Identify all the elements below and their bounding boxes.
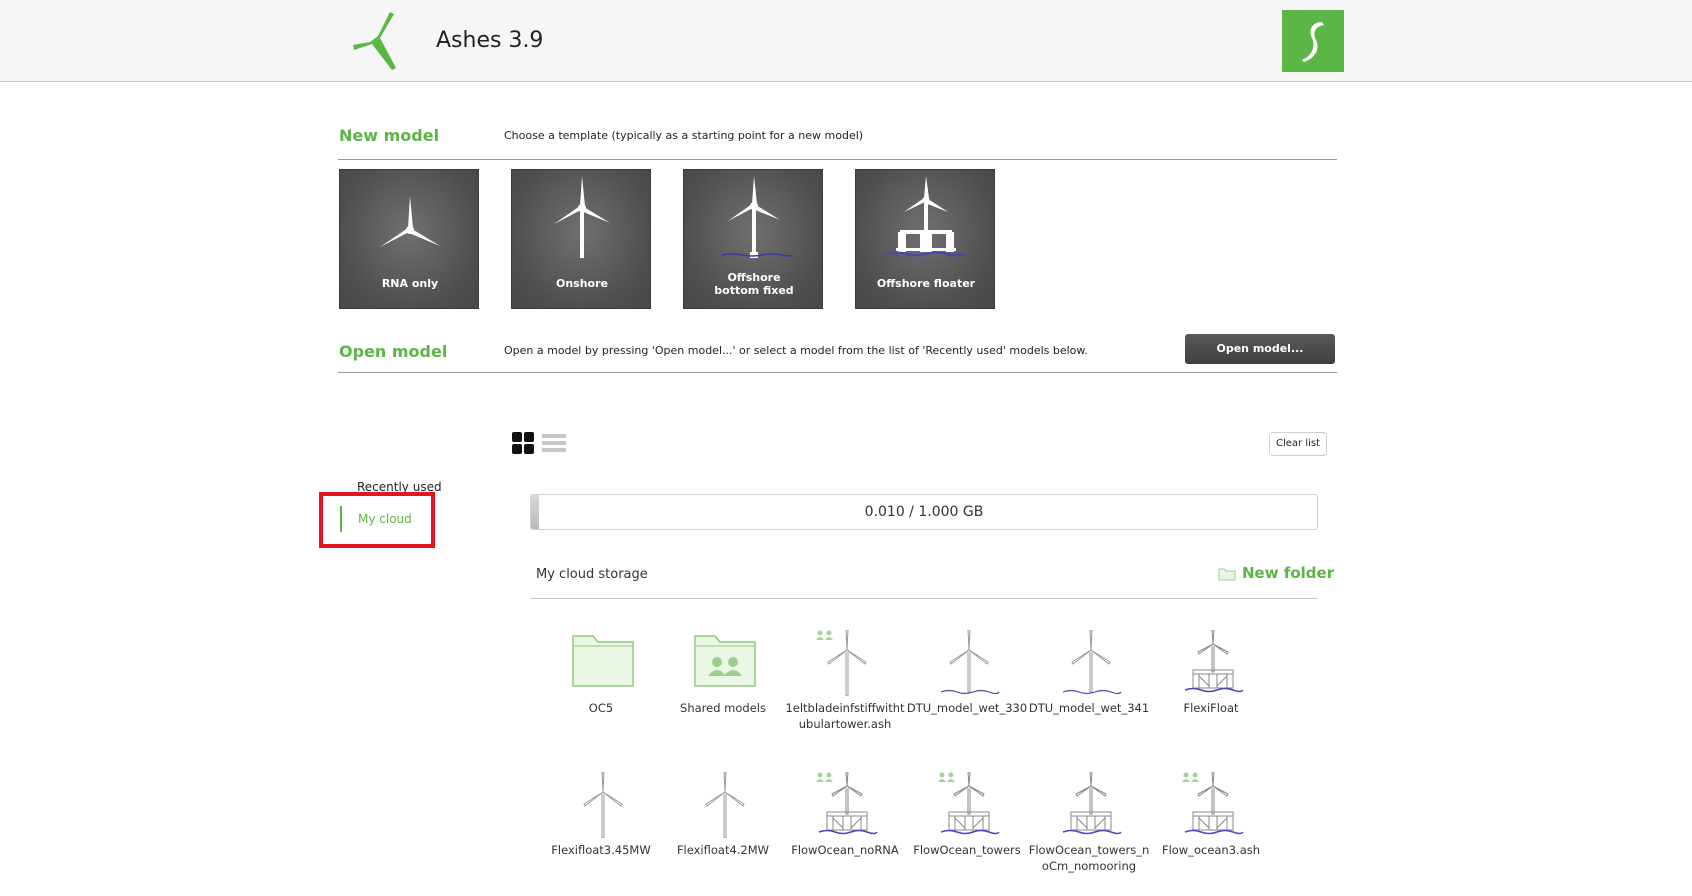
floater-turbine-icon [818, 772, 878, 835]
cloud-item-label: DTU_model_wet_341 [1028, 701, 1150, 715]
cloud-item-label: FlowOcean_towers_noCm_nomooring [1028, 843, 1150, 873]
bottom-fixed-turbine-icon [940, 630, 1000, 695]
cloud-item-model[interactable]: Flow_ocean3.ash [1152, 772, 1270, 882]
new-model-description: Choose a template (typically as a starti… [504, 129, 864, 142]
storage-usage-text: 0.010 / 1.000 GB [864, 504, 984, 520]
template-offshore-floater[interactable]: Offshore floater [855, 169, 995, 309]
onshore-turbine-icon [705, 772, 745, 838]
highlight-box [319, 492, 435, 548]
cloud-item-label: DTU_model_wet_330 [906, 701, 1028, 715]
template-rna-only[interactable]: RNA only [339, 169, 479, 309]
cloud-item-label: 1eltbladeinfstiffwithtubulartower.ash [785, 701, 905, 731]
cloud-item-label: Flexifloat4.2MW [676, 843, 770, 857]
cloud-item-model[interactable]: DTU_model_wet_341 [1029, 630, 1149, 740]
open-model-button[interactable]: Open model... [1185, 334, 1335, 364]
divider [338, 159, 1337, 160]
cloud-item-label: FlowOcean_noRNA [791, 843, 899, 857]
open-model-title: Open model [339, 342, 448, 361]
cloud-item-model[interactable]: FlowOcean_noRNA [786, 772, 904, 882]
tile-label: Offshore [727, 271, 781, 284]
cloud-storage-title: My cloud storage [536, 567, 648, 582]
cloud-item-model[interactable]: Flexifloat3.45MW [542, 772, 660, 882]
app-title: Ashes 3.9 [436, 28, 544, 53]
folder-add-icon [1218, 568, 1236, 581]
cloud-item-model[interactable]: 1eltbladeinfstiffwithtubulartower.ash [785, 630, 905, 740]
cloud-item-model[interactable]: FlowOcean_towers_noCm_nomooring [1029, 772, 1149, 882]
floater-turbine-icon [1184, 772, 1244, 835]
tile-label-line2: bottom fixed [714, 284, 794, 297]
floater-turbine-icon [940, 772, 1000, 835]
tile-label: Offshore floater [876, 277, 976, 290]
cloud-item-model[interactable]: FlexiFloat [1152, 630, 1270, 740]
template-offshore-bottom-fixed[interactable]: Offshore bottom fixed [683, 169, 823, 309]
cloud-item-label: FlexiFloat [1183, 701, 1239, 715]
tile-label: RNA only [381, 277, 439, 290]
cloud-item-model[interactable]: FlowOcean_towers [908, 772, 1026, 882]
divider [530, 598, 1318, 599]
grid-view-icon[interactable] [512, 432, 534, 454]
bottom-fixed-turbine-icon [1062, 630, 1122, 695]
storage-usage-bar: 0.010 / 1.000 GB [530, 494, 1318, 530]
onshore-turbine-icon [583, 772, 623, 838]
cloud-item-model[interactable]: Flexifloat4.2MW [664, 772, 782, 882]
floater-turbine-icon [1062, 772, 1122, 835]
cloud-item-model[interactable]: DTU_model_wet_330 [907, 630, 1027, 740]
divider [338, 372, 1337, 373]
cloud-item-label: FlowOcean_towers [913, 843, 1021, 857]
shared-folder-icon [694, 635, 756, 687]
cloud-item-shared-folder[interactable]: Shared models [664, 630, 782, 740]
cloud-item-label: Flow_ocean3.ash [1161, 843, 1261, 857]
cloud-item-folder[interactable]: OC5 [542, 630, 660, 740]
cloud-item-label: Flexifloat3.45MW [551, 843, 651, 857]
tile-label: Onshore [555, 277, 608, 290]
open-model-description: Open a model by pressing 'Open model...'… [504, 344, 1088, 357]
new-folder-label: New folder [1242, 564, 1335, 582]
app-header: Ashes 3.9 [0, 0, 1692, 82]
floater-turbine-icon [1184, 630, 1244, 693]
template-onshore[interactable]: Onshore [511, 169, 651, 309]
brand-logo-icon [1282, 10, 1344, 72]
clear-list-button[interactable]: Clear list [1269, 432, 1327, 456]
folder-icon [572, 635, 634, 687]
onshore-turbine-icon [827, 630, 867, 696]
new-model-title: New model [339, 126, 440, 145]
cloud-item-label: OC5 [588, 701, 614, 715]
cloud-item-label: Shared models [680, 701, 766, 715]
list-view-icon[interactable] [542, 432, 566, 454]
ashes-logo-icon [353, 12, 396, 70]
